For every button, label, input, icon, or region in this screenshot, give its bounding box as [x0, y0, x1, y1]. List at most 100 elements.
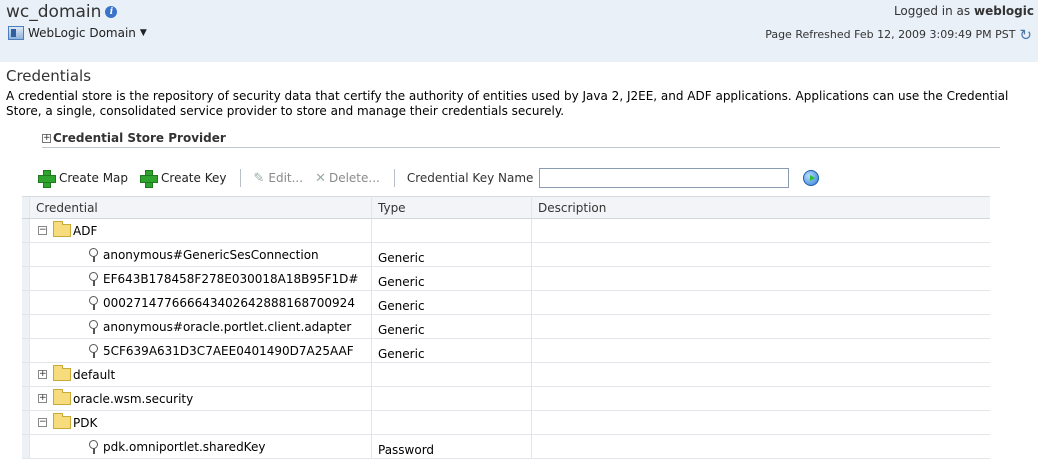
row-selector-gutter[interactable]	[22, 219, 30, 242]
login-user: weblogic	[974, 4, 1034, 18]
type-value: Generic	[378, 346, 425, 361]
domain-title-text: wc_domain	[6, 2, 102, 22]
key-name[interactable]: EF643B178458F278E030018A18B95F1D#	[103, 272, 358, 286]
delete-label: Delete...	[328, 171, 380, 185]
type-value: Password	[378, 442, 435, 457]
row-selector-gutter[interactable]	[22, 411, 30, 434]
table-row[interactable]: + oracle.wsm.security	[22, 387, 990, 411]
key-icon	[88, 343, 98, 358]
credential-cell: + default	[30, 363, 372, 386]
table-row[interactable]: + default	[22, 363, 990, 387]
create-key-label: Create Key	[161, 171, 227, 185]
table-row[interactable]: 5CF639A631D3C7AEE0401490D7A25AAF Generic	[22, 339, 990, 363]
expand-icon[interactable]: +	[38, 370, 47, 379]
credential-cell: anonymous#GenericSesConnection	[30, 243, 372, 266]
credentials-table: Credential Type Description − ADF anonymou…	[22, 196, 990, 459]
folder-icon	[53, 365, 71, 381]
type-value: Generic	[378, 298, 425, 313]
description-cell	[532, 339, 990, 362]
edit-button[interactable]: ✎ Edit...	[253, 171, 303, 186]
map-name[interactable]: default	[73, 368, 115, 382]
type-cell: Generic	[372, 267, 532, 290]
table-row[interactable]: − ADF	[22, 219, 990, 243]
map-name[interactable]: oracle.wsm.security	[73, 392, 193, 406]
refresh-text: Page Refreshed Feb 12, 2009 3:09:49 PM P…	[765, 28, 1016, 41]
credential-store-provider-section[interactable]: + Credential Store Provider	[42, 131, 1000, 148]
key-name[interactable]: 5CF639A631D3C7AEE0401490D7A25AAF	[103, 344, 354, 358]
create-map-button[interactable]: Create Map	[38, 170, 129, 188]
key-name[interactable]: anonymous#GenericSesConnection	[103, 248, 319, 262]
type-cell: Generic	[372, 339, 532, 362]
column-header-description[interactable]: Description	[532, 197, 990, 218]
credential-cell: − ADF	[30, 219, 372, 242]
map-name[interactable]: ADF	[73, 224, 97, 238]
delete-button[interactable]: ✕ Delete...	[315, 171, 380, 186]
key-name[interactable]: anonymous#oracle.portlet.client.adapter	[103, 320, 351, 334]
toolbar-separator	[240, 169, 242, 187]
row-selector-gutter[interactable]	[22, 339, 30, 362]
row-selector-gutter[interactable]	[22, 315, 30, 338]
key-icon	[88, 319, 98, 334]
credential-cell: − PDK	[30, 411, 372, 434]
description-cell	[532, 435, 990, 458]
expand-icon[interactable]: +	[38, 394, 47, 403]
create-map-label: Create Map	[59, 171, 129, 185]
type-cell: Password	[372, 435, 532, 458]
expand-icon[interactable]: +	[42, 133, 51, 143]
toolbar-separator	[393, 169, 395, 187]
row-selector-gutter[interactable]	[22, 435, 30, 458]
key-icon	[88, 295, 98, 310]
table-row[interactable]: EF643B178458F278E030018A18B95F1D# Generic	[22, 267, 990, 291]
add-icon	[140, 170, 159, 188]
page-title: Credentials	[6, 67, 92, 85]
description-cell	[532, 411, 990, 434]
table-row[interactable]: − PDK	[22, 411, 990, 435]
collapse-icon[interactable]: −	[38, 226, 47, 235]
column-header-credential[interactable]: Credential	[30, 197, 372, 218]
description-cell	[532, 387, 990, 410]
row-selector-gutter[interactable]	[22, 243, 30, 266]
delete-x-icon: ✕	[315, 170, 326, 186]
description-cell	[532, 243, 990, 266]
domain-menu-label[interactable]: WebLogic Domain	[28, 26, 136, 40]
row-selector-gutter[interactable]	[22, 267, 30, 290]
domain-menu[interactable]: WebLogic Domain ▼	[8, 26, 147, 40]
table-row[interactable]: pdk.omniportlet.sharedKey Password	[22, 435, 990, 459]
add-icon	[38, 170, 56, 188]
table-body: − ADF anonymous#GenericSesConnection Generi…	[22, 219, 990, 459]
domain-title: wc_domain i	[6, 2, 118, 22]
create-key-button[interactable]: Create Key	[140, 170, 227, 188]
key-name[interactable]: pdk.omniportlet.sharedKey	[103, 440, 265, 454]
table-row[interactable]: anonymous#oracle.portlet.client.adapter G…	[22, 315, 990, 339]
credential-cell: 5CF639A631D3C7AEE0401490D7A25AAF	[30, 339, 372, 362]
description-cell	[532, 315, 990, 338]
key-name[interactable]: 000271477666643402642888168700924	[103, 296, 355, 310]
refresh-icon[interactable]: ↻	[1019, 27, 1032, 42]
collapse-icon[interactable]: −	[38, 418, 47, 427]
credential-cell: EF643B178458F278E030018A18B95F1D#	[30, 267, 372, 290]
edit-label: Edit...	[268, 171, 304, 185]
column-header-type[interactable]: Type	[372, 197, 532, 218]
table-row[interactable]: 000271477666643402642888168700924 Generic	[22, 291, 990, 315]
provider-section-label[interactable]: Credential Store Provider	[53, 131, 226, 145]
type-cell: Generic	[372, 291, 532, 314]
credential-key-name-input[interactable]	[539, 168, 790, 188]
map-name[interactable]: PDK	[73, 416, 97, 430]
description-cell	[532, 363, 990, 386]
info-icon[interactable]: i	[105, 6, 118, 18]
row-selector-gutter[interactable]	[22, 387, 30, 410]
weblogic-domain-icon	[8, 26, 24, 40]
go-search-icon[interactable]	[803, 170, 820, 186]
row-selector-gutter[interactable]	[22, 291, 30, 314]
row-selector-gutter[interactable]	[22, 363, 30, 386]
type-cell	[372, 387, 532, 410]
refresh-status: Page Refreshed Feb 12, 2009 3:09:49 PM P…	[765, 27, 1032, 42]
type-cell	[372, 219, 532, 242]
credential-cell: anonymous#oracle.portlet.client.adapter	[30, 315, 372, 338]
chevron-down-icon[interactable]: ▼	[140, 28, 147, 38]
login-status: Logged in as weblogic	[894, 4, 1034, 18]
table-row[interactable]: anonymous#GenericSesConnection Generic	[22, 243, 990, 267]
folder-icon	[53, 413, 71, 429]
type-value: Generic	[378, 322, 425, 337]
key-icon	[88, 271, 98, 286]
